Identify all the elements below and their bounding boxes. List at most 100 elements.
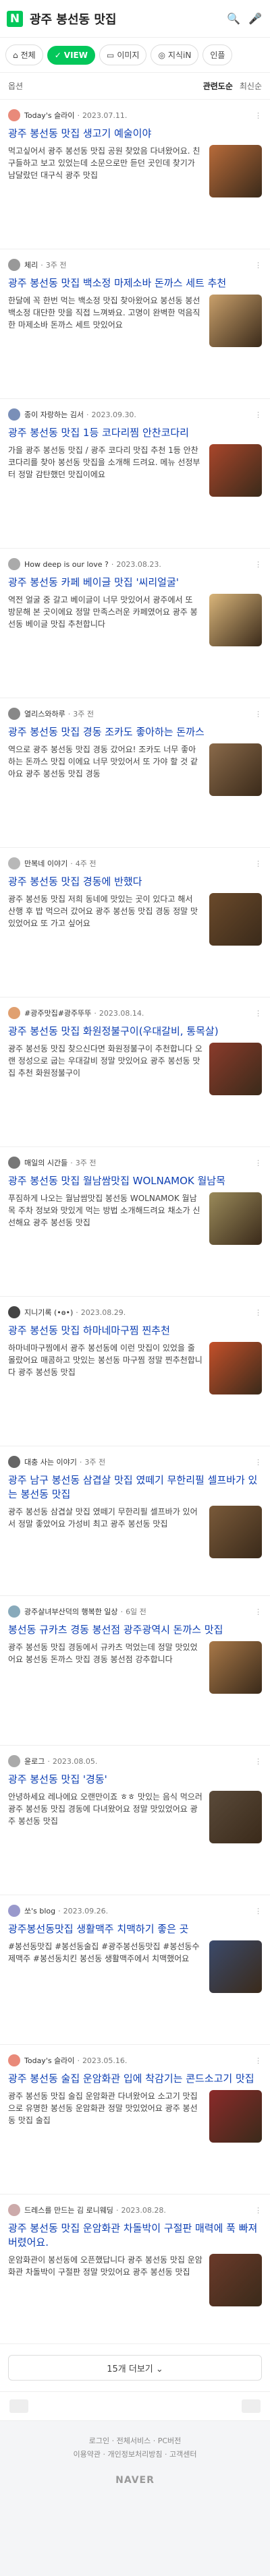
post-thumbnail[interactable]	[209, 1043, 262, 1095]
more-icon[interactable]: ⋮	[254, 560, 262, 569]
post-author[interactable]: 체리	[24, 259, 38, 270]
post-author[interactable]: 만복네 이야기	[24, 858, 68, 869]
post-item[interactable]: How deep is our love ? · 2023.08.23. ⋮ 광…	[0, 549, 270, 698]
sort-related[interactable]: 관련도순	[203, 80, 233, 92]
tab-influencer[interactable]: 인플	[202, 44, 233, 65]
sort-latest[interactable]: 최신순	[240, 80, 262, 92]
post-thumbnail[interactable]	[209, 444, 262, 497]
post-item[interactable]: 매일의 시간들 · 3주 전 ⋮ 광주 봉선동 맛집 월남쌈맛집 WOLNAMO…	[0, 1147, 270, 1297]
post-item[interactable]: 대충 사는 이야기 · 3주 전 ⋮ 광주 남구 봉선동 삼겹살 맛집 였떼기 …	[0, 1446, 270, 1596]
post-item[interactable]: 윤로그 · 2023.08.05. ⋮ 광주 봉선동 맛집 '경동' 안녕하세요…	[0, 1746, 270, 1895]
post-author[interactable]: 열리스와하루	[24, 708, 65, 719]
post-thumbnail[interactable]	[209, 1791, 262, 1843]
post-thumbnail[interactable]	[209, 1940, 262, 1993]
microphone-icon[interactable]: 🎤	[247, 11, 263, 27]
avatar[interactable]	[8, 2204, 20, 2216]
post-item[interactable]: 열리스와하루 · 3주 전 ⋮ 광주 봉선동 맛집 경동 조카도 좋아하는 돈까…	[0, 698, 270, 848]
post-title[interactable]: 광주 봉선동 술집 운암화관 입에 착감기는 콘드소고기 맛집	[8, 2072, 262, 2086]
post-author[interactable]: 대충 사는 이야기	[24, 1456, 77, 1467]
post-author[interactable]: 지니기록 (•ө•)	[24, 1307, 73, 1318]
footer-links[interactable]: 로그인 · 전체서비스 · PC버전	[8, 2434, 262, 2448]
post-item[interactable]: 체리 · 3주 전 ⋮ 광주 봉선동 맛집 백소정 마제소바 돈까스 세트 추천…	[0, 249, 270, 399]
avatar[interactable]	[8, 1007, 20, 1019]
post-thumbnail[interactable]	[209, 1342, 262, 1394]
post-title[interactable]: 봉선동 규카츠 경동 봉선점 광주광역시 돈까스 맛집	[8, 1623, 262, 1637]
more-icon[interactable]: ⋮	[254, 1308, 262, 1317]
more-icon[interactable]: ⋮	[254, 859, 262, 868]
more-icon[interactable]: ⋮	[254, 1757, 262, 1766]
post-item[interactable]: 드레스를 만드는 김 로니웨딩 · 2023.08.28. ⋮ 광주 봉선동 맛…	[0, 2195, 270, 2344]
more-icon[interactable]: ⋮	[254, 1159, 262, 1167]
post-thumbnail[interactable]	[209, 2254, 262, 2306]
post-author[interactable]: #광주맛집#광주뚜뚜	[24, 1008, 91, 1018]
avatar[interactable]	[8, 2054, 20, 2066]
post-title[interactable]: 광주 남구 봉선동 삼겹살 맛집 였떼기 무한리필 셀프바가 있는 봉선동 맛집	[8, 1473, 262, 1502]
post-item[interactable]: 광주살녀부산덕의 행복한 일상 · 6일 전 ⋮ 봉선동 규카츠 경동 봉선점 …	[0, 1596, 270, 1746]
more-icon[interactable]: ⋮	[254, 111, 262, 120]
avatar[interactable]	[8, 1456, 20, 1468]
avatar[interactable]	[8, 408, 20, 421]
avatar[interactable]	[8, 1157, 20, 1169]
post-item[interactable]: #광주맛집#광주뚜뚜 · 2023.08.14. ⋮ 광주 봉선동 맛집 화원정…	[0, 998, 270, 1147]
post-author[interactable]: 드레스를 만드는 김 로니웨딩	[24, 2205, 113, 2215]
post-item[interactable]: Today's 슬라이 · 2023.05.16. ⋮ 광주 봉선동 술집 운암…	[0, 2045, 270, 2195]
post-author[interactable]: 윤로그	[24, 1756, 45, 1767]
post-title[interactable]: 광주 봉선동 맛집 생고기 예술이야	[8, 127, 262, 141]
post-item[interactable]: 쏘's blog · 2023.09.26. ⋮ 광주봉선동맛집 생활맥주 치맥…	[0, 1895, 270, 2045]
post-title[interactable]: 광주 봉선동 맛집 '경동'	[8, 1773, 262, 1787]
avatar[interactable]	[8, 1755, 20, 1767]
avatar[interactable]	[8, 1605, 20, 1618]
keyboard-icon[interactable]	[9, 2399, 28, 2413]
post-thumbnail[interactable]	[209, 743, 262, 796]
post-author[interactable]: How deep is our love ?	[24, 560, 109, 569]
post-title[interactable]: 광주 봉선동 카페 베이글 맛집 '씨리얼굴'	[8, 576, 262, 590]
post-title[interactable]: 광주 봉선동 맛집 경동 조카도 좋아하는 돈까스	[8, 725, 262, 739]
tab-image[interactable]: ▭ 이미지	[99, 44, 147, 65]
more-icon[interactable]: ⋮	[254, 1009, 262, 1018]
post-author[interactable]: 광주살녀부산덕의 행복한 일상	[24, 1606, 118, 1617]
post-author[interactable]: Today's 슬라이	[24, 110, 74, 121]
post-thumbnail[interactable]	[209, 594, 262, 646]
post-author[interactable]: 매일의 시간들	[24, 1157, 68, 1168]
more-results-button[interactable]: 15개 더보기 ⌄	[8, 2355, 262, 2381]
footer-policy-links[interactable]: 이용약관 · 개인정보처리방침 · 고객센터	[8, 2448, 262, 2461]
post-author[interactable]: Today's 슬라이	[24, 2055, 74, 2066]
post-thumbnail[interactable]	[209, 1641, 262, 1694]
post-title[interactable]: 광주 봉선동 맛집 하마네마구찜 찐추천	[8, 1324, 262, 1338]
post-author[interactable]: 쏘's blog	[24, 1905, 55, 1916]
more-icon[interactable]: ⋮	[254, 710, 262, 718]
post-thumbnail[interactable]	[209, 295, 262, 347]
tab-all[interactable]: ⌂ 전체	[5, 44, 43, 65]
search-icon[interactable]: 🔍	[225, 11, 242, 27]
post-title[interactable]: 광주 봉선동 맛집 경동에 반했다	[8, 875, 262, 889]
naver-logo[interactable]: N	[7, 10, 23, 27]
post-title[interactable]: 광주 봉선동 맛집 백소정 마제소바 돈까스 세트 추천	[8, 276, 262, 290]
search-query[interactable]: 광주 봉선동 맛집	[30, 10, 220, 28]
post-title[interactable]: 광주봉선동맛집 생활맥주 치맥하기 좋은 곳	[8, 1922, 262, 1936]
options-button[interactable]: 옵션	[8, 80, 23, 92]
post-thumbnail[interactable]	[209, 2090, 262, 2143]
avatar[interactable]	[8, 708, 20, 720]
avatar[interactable]	[8, 857, 20, 869]
more-icon[interactable]: ⋮	[254, 2056, 262, 2065]
avatar[interactable]	[8, 558, 20, 570]
tab-kin[interactable]: ◎ 지식iN	[151, 44, 199, 65]
more-icon[interactable]: ⋮	[254, 2206, 262, 2215]
post-item[interactable]: 만복네 이야기 · 4주 전 ⋮ 광주 봉선동 맛집 경동에 반했다 광주 봉선…	[0, 848, 270, 998]
more-icon[interactable]: ⋮	[254, 1607, 262, 1616]
post-thumbnail[interactable]	[209, 893, 262, 946]
post-item[interactable]: 지니기록 (•ө•) · 2023.08.29. ⋮ 광주 봉선동 맛집 하마네…	[0, 1297, 270, 1446]
share-icon[interactable]	[242, 2399, 261, 2413]
post-title[interactable]: 광주 봉선동 맛집 월남쌈맛집 WOLNAMOK 월남목	[8, 1174, 262, 1188]
post-thumbnail[interactable]	[209, 145, 262, 197]
post-author[interactable]: 종이 자랑하는 김서	[24, 409, 84, 420]
more-icon[interactable]: ⋮	[254, 261, 262, 270]
post-title[interactable]: 광주 봉선동 맛집 운암화관 차돌박이 구절판 매력에 푹 빠져버렸어요.	[8, 2221, 262, 2250]
more-icon[interactable]: ⋮	[254, 1907, 262, 1915]
more-icon[interactable]: ⋮	[254, 1458, 262, 1467]
post-title[interactable]: 광주 봉선동 맛집 화원정불구이(우대갈비, 통목살)	[8, 1024, 262, 1039]
post-thumbnail[interactable]	[209, 1506, 262, 1558]
tab-view[interactable]: ✓ VIEW	[47, 45, 95, 65]
post-title[interactable]: 광주 봉선동 맛집 1등 코다리찜 안찬코다리	[8, 426, 262, 440]
post-item[interactable]: Today's 슬라이 · 2023.07.11. ⋮ 광주 봉선동 맛집 생고…	[0, 100, 270, 249]
